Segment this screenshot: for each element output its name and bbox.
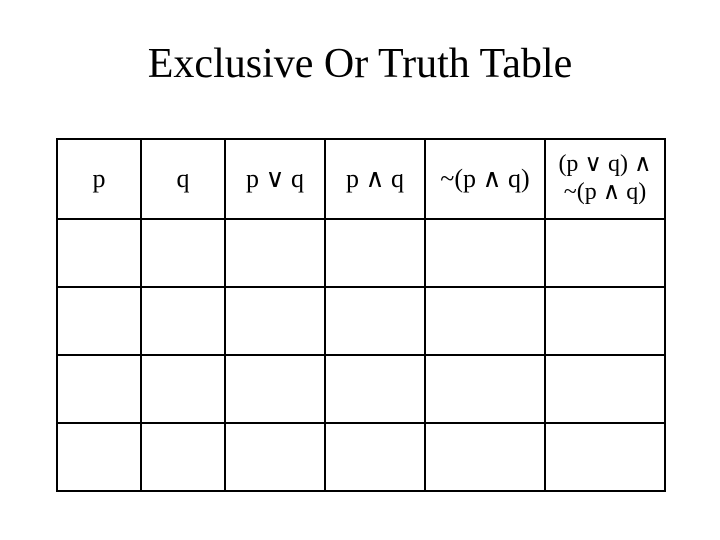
cell-p (57, 423, 141, 491)
cell-not-p-and-q (425, 355, 545, 423)
cell-p-or-q (225, 219, 325, 287)
table-row (57, 423, 665, 491)
cell-not-p-and-q (425, 287, 545, 355)
page-title: Exclusive Or Truth Table (0, 40, 720, 88)
table-header-row: p q p ∨ q p ∧ q ~(p ∧ q) (p ∨ q) ∧ ~(p ∧… (57, 139, 665, 219)
cell-not-p-and-q (425, 423, 545, 491)
cell-not-p-and-q (425, 219, 545, 287)
slide: Exclusive Or Truth Table p q p ∨ q p ∧ q… (0, 0, 720, 540)
cell-q (141, 287, 225, 355)
cell-p-or-q (225, 355, 325, 423)
cell-p-and-q (325, 355, 425, 423)
header-final: (p ∨ q) ∧ ~(p ∧ q) (545, 139, 665, 219)
header-q: q (141, 139, 225, 219)
truth-table: p q p ∨ q p ∧ q ~(p ∧ q) (p ∨ q) ∧ ~(p ∧… (56, 138, 666, 492)
header-p-and-q: p ∧ q (325, 139, 425, 219)
cell-p (57, 287, 141, 355)
header-p-or-q: p ∨ q (225, 139, 325, 219)
header-not-p-and-q: ~(p ∧ q) (425, 139, 545, 219)
cell-p-and-q (325, 219, 425, 287)
cell-p-and-q (325, 423, 425, 491)
table-row (57, 287, 665, 355)
cell-p-or-q (225, 423, 325, 491)
header-final-line1: (p ∨ q) ∧ (558, 151, 651, 179)
header-p: p (57, 139, 141, 219)
cell-final (545, 423, 665, 491)
cell-p-or-q (225, 287, 325, 355)
cell-final (545, 287, 665, 355)
cell-q (141, 219, 225, 287)
table-row (57, 219, 665, 287)
cell-final (545, 219, 665, 287)
cell-p (57, 355, 141, 423)
cell-q (141, 423, 225, 491)
cell-final (545, 355, 665, 423)
header-final-line2: ~(p ∧ q) (558, 179, 651, 207)
table-row (57, 355, 665, 423)
cell-q (141, 355, 225, 423)
cell-p-and-q (325, 287, 425, 355)
cell-p (57, 219, 141, 287)
